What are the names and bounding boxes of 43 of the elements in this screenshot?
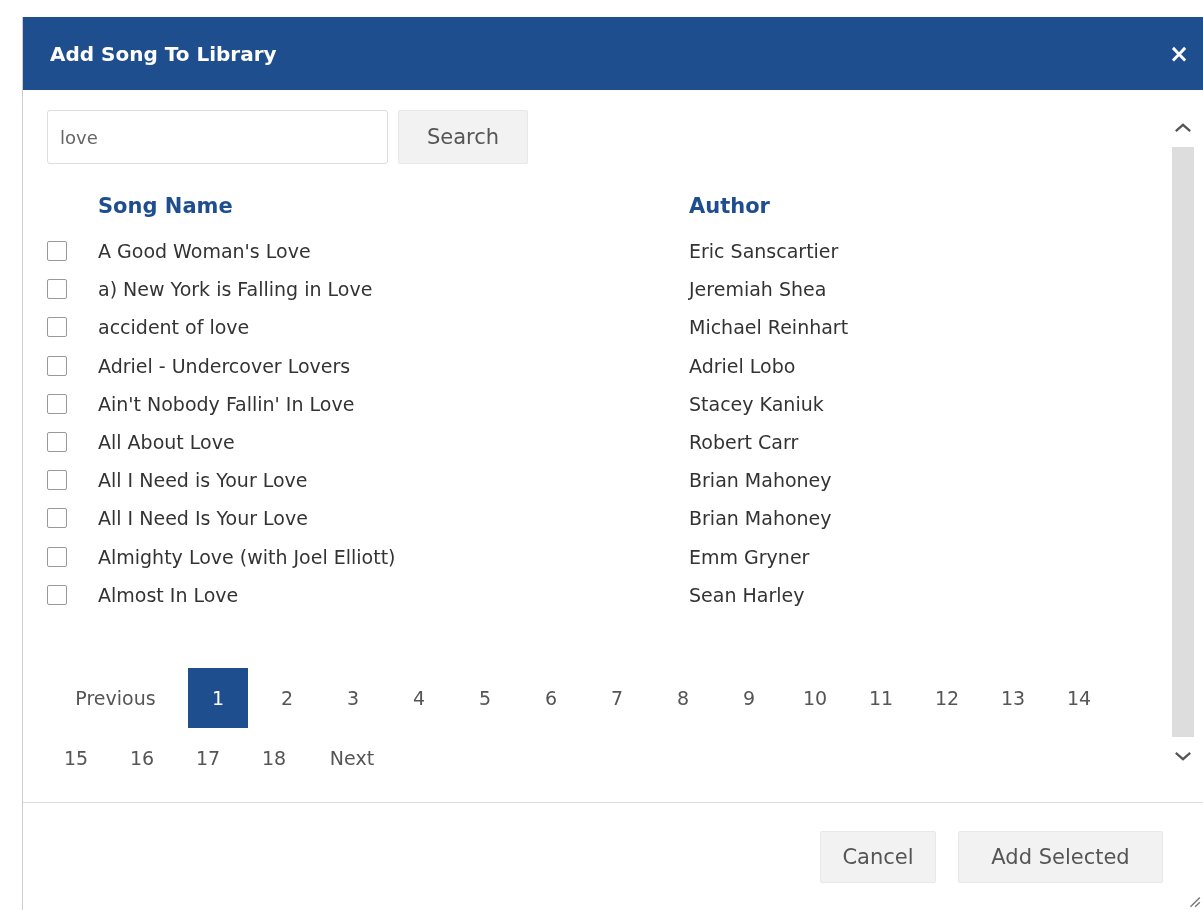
checkbox[interactable] [47, 317, 67, 338]
checkbox[interactable] [47, 241, 67, 262]
search-button[interactable]: Search [398, 110, 528, 164]
table-cell: Eric Sanscartier [689, 240, 839, 263]
add-selected-button[interactable]: Add Selected [958, 830, 1163, 883]
checkbox[interactable] [47, 279, 67, 300]
table-cell-text: accident of love [98, 316, 251, 339]
scroll-down-icon[interactable] [1174, 751, 1192, 762]
checkbox[interactable] [47, 393, 67, 414]
column-header: Author [689, 194, 770, 218]
table-cell: Brian Mahoney [689, 469, 832, 492]
search-field[interactable]: love [47, 110, 388, 164]
checkbox[interactable] [47, 432, 67, 453]
table-cell-text: Adriel - Undercover Lovers [98, 354, 352, 377]
column-header: Song Name [98, 194, 234, 218]
table-cell-text: All About Love [98, 431, 236, 454]
checkbox[interactable] [47, 470, 67, 491]
table-cell: Adriel Lobo [689, 354, 796, 377]
checkbox[interactable] [47, 546, 67, 567]
table-cell: Emm Gryner [689, 545, 810, 568]
table-cell-text: a) New York is Falling in Love [98, 278, 374, 301]
table-cell-text: A Good Woman's Love [98, 240, 312, 263]
table-cell-text: Almighty Love (with Joel Elliott) [98, 545, 397, 568]
scrollbar-thumb[interactable] [1172, 147, 1194, 737]
page-link[interactable]: 1 [188, 667, 248, 728]
table-cell: Stacey Kaniuk [689, 392, 824, 415]
resize-grip-icon[interactable] [1187, 894, 1201, 908]
checkbox[interactable] [47, 508, 67, 529]
table-cell: Robert Carr [689, 431, 799, 454]
table-cell-text: All I Need is Your Love [98, 469, 309, 492]
checkbox[interactable] [47, 584, 67, 605]
table-cell: Jeremiah Shea [689, 278, 827, 301]
table-cell: Michael Reinhart [689, 316, 849, 339]
scroll-up-icon[interactable] [1174, 122, 1192, 133]
table-cell-text: Ain't Nobody Fallin' In Love [98, 392, 356, 415]
checkbox[interactable] [47, 355, 67, 376]
close-button[interactable]: × [1164, 39, 1193, 68]
dialog-title: Add Song To Library [50, 41, 277, 66]
cancel-button[interactable]: Cancel [820, 830, 936, 883]
table-cell: Sean Harley [689, 583, 805, 606]
table-cell-text: Almost In Love [98, 583, 240, 606]
table-cell-text: All I Need Is Your Love [98, 507, 309, 530]
table-cell: Brian Mahoney [689, 507, 832, 530]
